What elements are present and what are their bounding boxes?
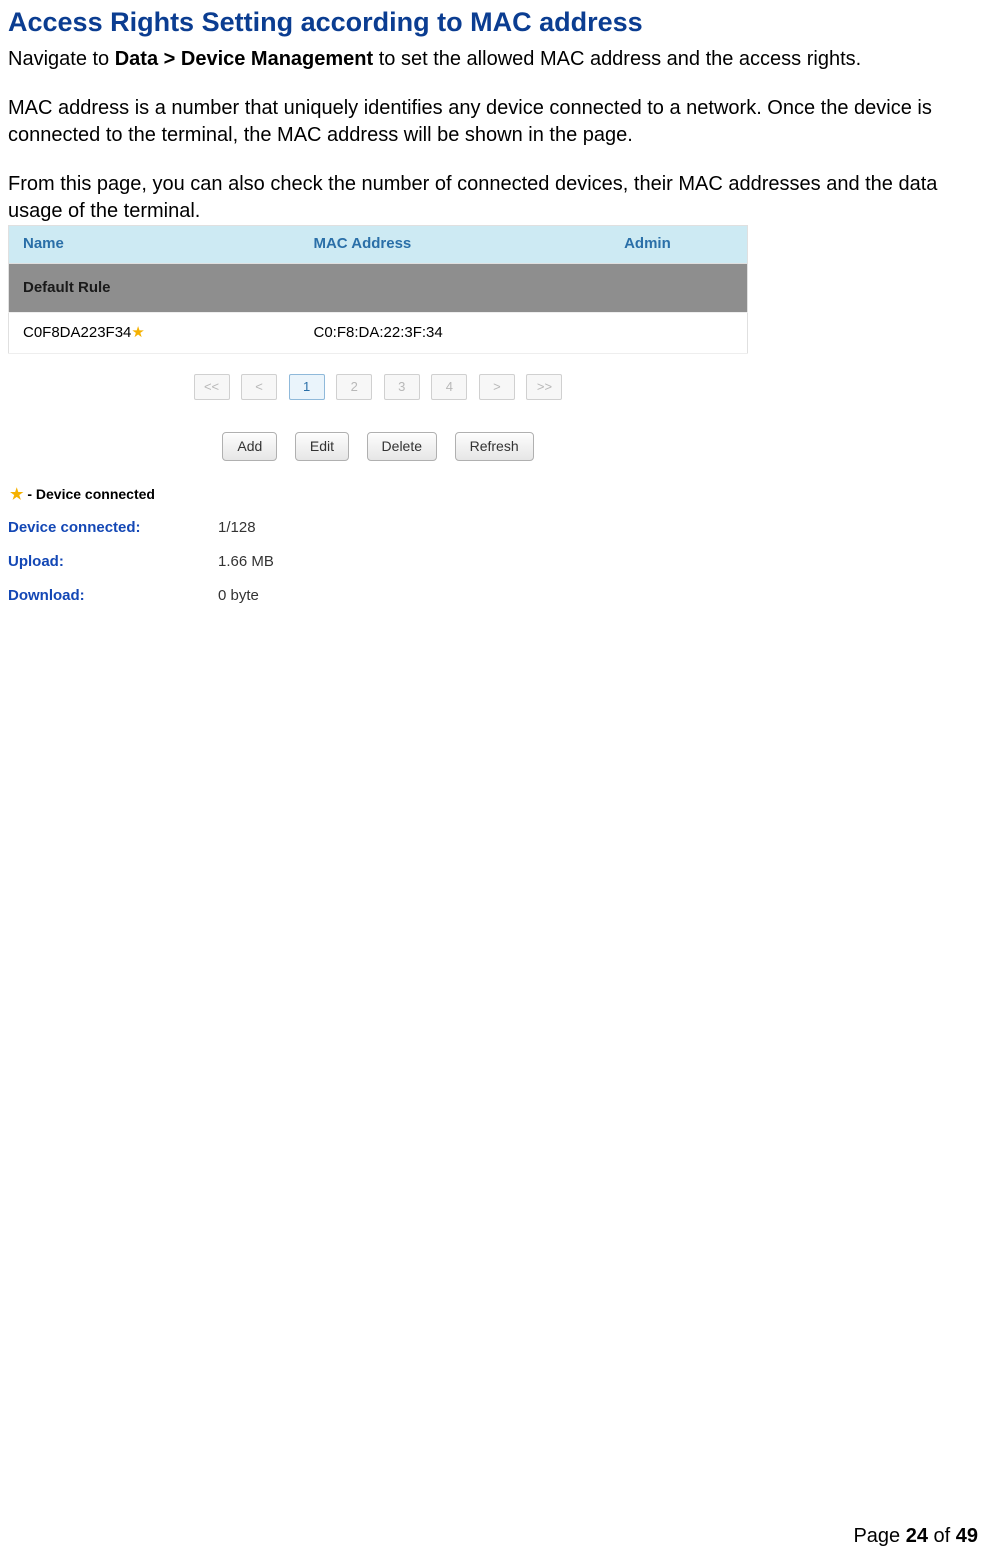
stat-download: Download: 0 byte — [8, 586, 978, 606]
page-footer: Page 24 of 49 — [853, 1523, 978, 1550]
breadcrumb-path: Data > Device Management — [115, 48, 373, 70]
cell-empty — [610, 263, 747, 312]
text: Navigate to — [8, 48, 115, 70]
star-icon: ★ — [10, 487, 23, 502]
intro-paragraph-3: From this page, you can also check the n… — [8, 171, 978, 225]
page-title: Access Rights Setting according to MAC a… — [8, 4, 978, 40]
default-rule-row[interactable]: Default Rule — [9, 263, 748, 312]
footer-total-pages: 49 — [956, 1525, 978, 1547]
footer-current-page: 24 — [906, 1525, 928, 1547]
pagination-first-button[interactable]: << — [194, 374, 230, 400]
legend-text: - Device connected — [23, 486, 155, 502]
star-icon: ★ — [131, 325, 144, 340]
column-header-name[interactable]: Name — [9, 226, 300, 263]
column-header-mac[interactable]: MAC Address — [299, 226, 610, 263]
add-button[interactable]: Add — [222, 432, 277, 461]
cell-name: C0F8DA223F34★ — [9, 312, 300, 353]
footer-middle: of — [928, 1525, 956, 1547]
stat-label: Device connected: — [8, 518, 218, 538]
pagination-last-button[interactable]: >> — [526, 374, 562, 400]
intro-paragraph-2: MAC address is a number that uniquely id… — [8, 95, 978, 149]
refresh-button[interactable]: Refresh — [455, 432, 534, 461]
action-buttons: Add Edit Delete Refresh — [8, 432, 748, 461]
footer-prefix: Page — [853, 1525, 905, 1547]
stat-label: Download: — [8, 586, 218, 606]
cell-mac: C0:F8:DA:22:3F:34 — [299, 312, 610, 353]
pagination: << < 1 2 3 4 > >> — [8, 372, 748, 400]
cell-admin — [610, 312, 747, 353]
pagination-page-2[interactable]: 2 — [336, 374, 372, 400]
stat-label: Upload: — [8, 552, 218, 572]
delete-button[interactable]: Delete — [367, 432, 437, 461]
edit-button[interactable]: Edit — [295, 432, 349, 461]
pagination-prev-button[interactable]: < — [241, 374, 277, 400]
stat-value: 0 byte — [218, 586, 259, 606]
table-row[interactable]: C0F8DA223F34★ C0:F8:DA:22:3F:34 — [9, 312, 748, 353]
default-rule-label: Default Rule — [9, 263, 300, 312]
stat-value: 1/128 — [218, 518, 256, 538]
stat-value: 1.66 MB — [218, 552, 274, 572]
pagination-page-3[interactable]: 3 — [384, 374, 420, 400]
mac-address-table: Name MAC Address Admin Default Rule C0F8… — [8, 225, 748, 354]
pagination-page-1[interactable]: 1 — [289, 374, 325, 400]
intro-paragraph-1: Navigate to Data > Device Management to … — [8, 46, 978, 73]
legend: ★ - Device connected — [10, 485, 978, 504]
device-name: C0F8DA223F34 — [23, 324, 131, 341]
pagination-next-button[interactable]: > — [479, 374, 515, 400]
cell-empty — [299, 263, 610, 312]
stat-device-connected: Device connected: 1/128 — [8, 518, 978, 538]
text: to set the allowed MAC address and the a… — [373, 48, 861, 70]
column-header-admin[interactable]: Admin — [610, 226, 747, 263]
pagination-page-4[interactable]: 4 — [431, 374, 467, 400]
stat-upload: Upload: 1.66 MB — [8, 552, 978, 572]
